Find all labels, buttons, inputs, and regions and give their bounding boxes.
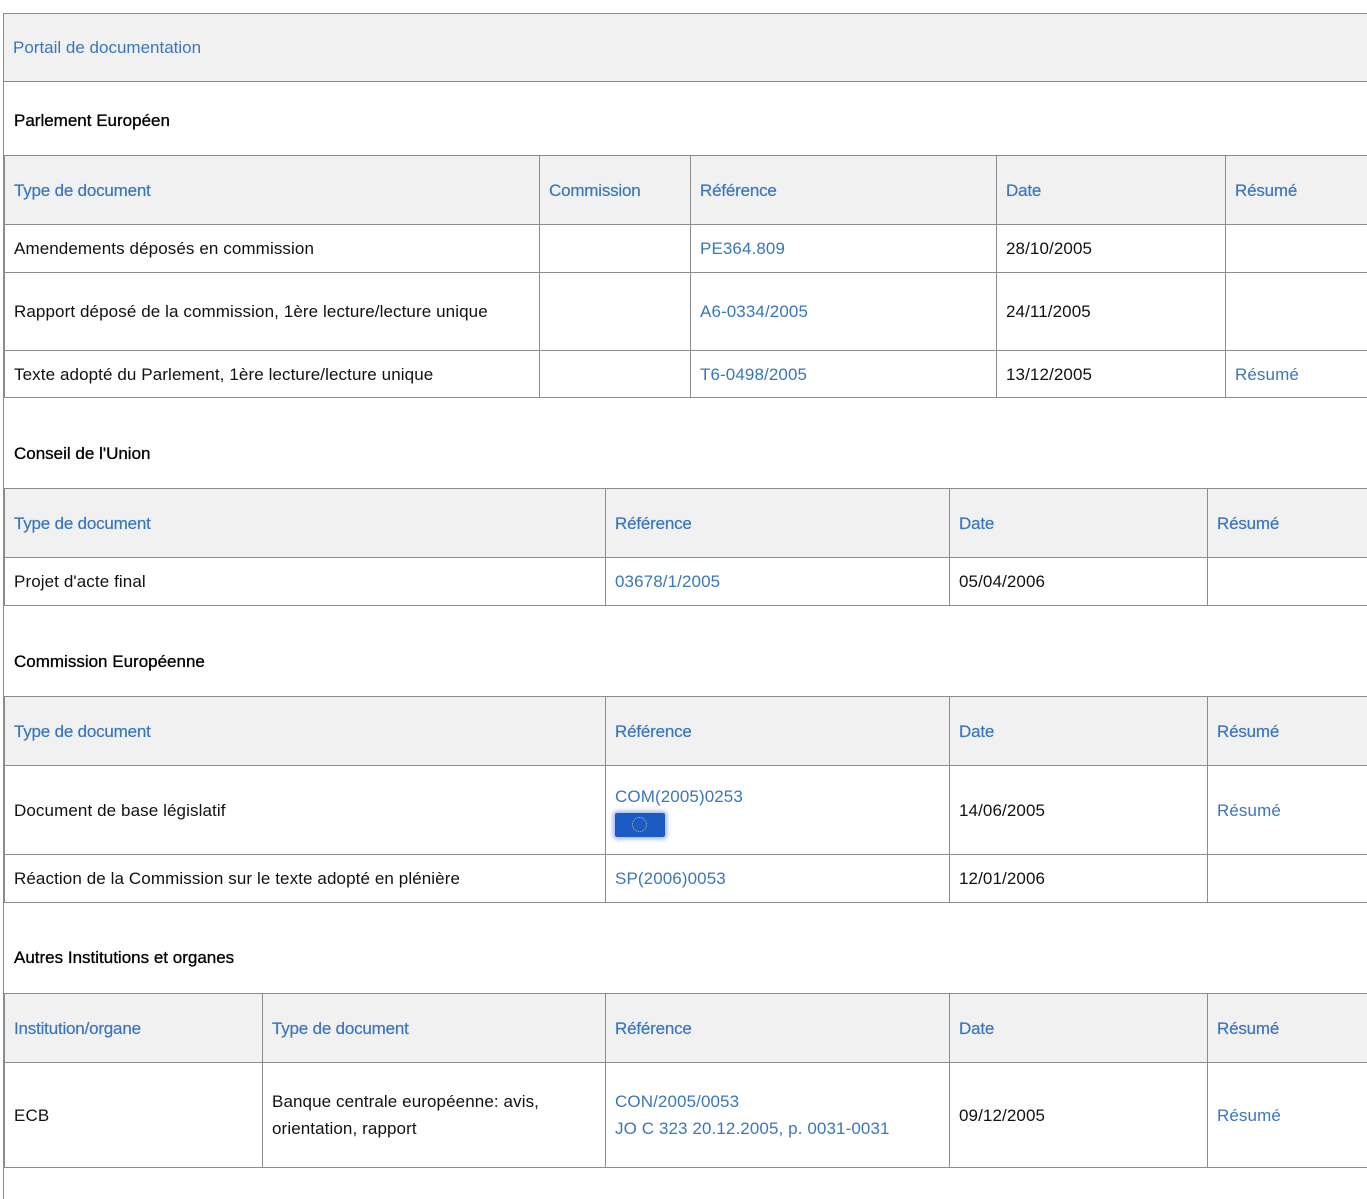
- cell-reference: SP(2006)0053: [605, 854, 950, 903]
- section-title-council: Conseil de l'Union: [14, 444, 151, 463]
- reference-link[interactable]: CON/2005/0053: [615, 1088, 940, 1115]
- table-row: Amendements déposés en commission PE364.…: [4, 224, 1367, 273]
- cell-summary: Résumé: [1207, 765, 1367, 855]
- column-header-type[interactable]: Type de document: [4, 155, 540, 225]
- column-header-date[interactable]: Date: [996, 155, 1226, 225]
- cell-date: 24/11/2005: [996, 272, 1226, 351]
- cell-type: Rapport déposé de la commission, 1ère le…: [4, 272, 540, 351]
- column-header-type[interactable]: Type de document: [4, 696, 606, 766]
- column-header-type[interactable]: Type de document: [4, 488, 606, 558]
- cell-date: 28/10/2005: [996, 224, 1226, 273]
- cell-reference: COM(2005)0253: [605, 765, 950, 855]
- cell-type: Amendements déposés en commission: [4, 224, 540, 273]
- portal-header: Portail de documentation: [4, 14, 1367, 82]
- commission-table: Type de document Référence Date Résumé D…: [4, 696, 1367, 903]
- cell-summary: Résumé: [1207, 1062, 1367, 1168]
- others-table: Institution/organe Type de document Réfé…: [4, 993, 1367, 1168]
- table-row: Rapport déposé de la commission, 1ère le…: [4, 272, 1367, 351]
- cell-reference: PE364.809: [690, 224, 997, 273]
- eu-flag-icon[interactable]: [615, 813, 665, 838]
- documentation-frame: Portail de documentation Parlement Europ…: [3, 13, 1367, 1199]
- council-table: Type de document Référence Date Résumé P…: [4, 488, 1367, 606]
- column-header-date[interactable]: Date: [949, 993, 1208, 1063]
- section-title-others: Autres Institutions et organes: [14, 948, 235, 967]
- column-header-summary[interactable]: Résumé: [1207, 993, 1367, 1063]
- column-header-commission[interactable]: Commission: [539, 155, 691, 225]
- cell-type: Document de base législatif: [4, 765, 606, 855]
- reference-link[interactable]: SP(2006)0053: [615, 869, 726, 888]
- cell-type: Texte adopté du Parlement, 1ère lecture/…: [4, 350, 540, 398]
- column-header-date[interactable]: Date: [949, 488, 1208, 558]
- column-header-reference[interactable]: Référence: [690, 155, 997, 225]
- column-header-reference[interactable]: Référence: [605, 696, 950, 766]
- table-header-row: Type de document Référence Date Résumé: [4, 696, 1367, 766]
- column-header-date[interactable]: Date: [949, 696, 1208, 766]
- cell-summary: Résumé: [1225, 350, 1367, 398]
- column-header-type[interactable]: Type de document: [262, 993, 606, 1063]
- reference-link[interactable]: PE364.809: [700, 239, 785, 258]
- table-row: Document de base législatif COM(2005)025…: [4, 765, 1367, 855]
- portal-title-link[interactable]: Portail de documentation: [13, 38, 201, 58]
- summary-link[interactable]: Résumé: [1217, 801, 1281, 820]
- table-row: ECB Banque centrale européenne: avis, or…: [4, 1062, 1367, 1168]
- column-header-summary[interactable]: Résumé: [1207, 488, 1367, 558]
- cell-type: Banque centrale européenne: avis, orient…: [262, 1062, 606, 1168]
- table-row: Texte adopté du Parlement, 1ère lecture/…: [4, 350, 1367, 398]
- cell-commission: [539, 224, 691, 273]
- cell-date: 13/12/2005: [996, 350, 1226, 398]
- official-journal-link[interactable]: JO C 323 20.12.2005, p. 0031-0031: [615, 1115, 940, 1142]
- table-header-row: Institution/organe Type de document Réfé…: [4, 993, 1367, 1063]
- cell-reference: CON/2005/0053 JO C 323 20.12.2005, p. 00…: [605, 1062, 950, 1168]
- section-title-commission: Commission Européenne: [14, 652, 205, 671]
- column-header-summary[interactable]: Résumé: [1225, 155, 1367, 225]
- table-header-row: Type de document Commission Référence Da…: [4, 155, 1367, 225]
- cell-type: Projet d'acte final: [4, 557, 606, 606]
- section-title-parliament: Parlement Européen: [14, 111, 170, 130]
- cell-summary: [1207, 854, 1367, 903]
- cell-summary: [1225, 224, 1367, 273]
- cell-type: Réaction de la Commission sur le texte a…: [4, 854, 606, 903]
- cell-date: 12/01/2006: [949, 854, 1208, 903]
- cell-summary: [1225, 272, 1367, 351]
- summary-link[interactable]: Résumé: [1217, 1106, 1281, 1125]
- reference-link[interactable]: 03678/1/2005: [615, 572, 720, 591]
- reference-link[interactable]: T6-0498/2005: [700, 365, 807, 384]
- parliament-table: Type de document Commission Référence Da…: [4, 155, 1367, 398]
- cell-institution: ECB: [4, 1062, 263, 1168]
- cell-commission: [539, 350, 691, 398]
- cell-summary: [1207, 557, 1367, 606]
- column-header-reference[interactable]: Référence: [605, 488, 950, 558]
- cell-date: 05/04/2006: [949, 557, 1208, 606]
- cell-reference: A6-0334/2005: [690, 272, 997, 351]
- table-row: Réaction de la Commission sur le texte a…: [4, 854, 1367, 903]
- reference-link[interactable]: A6-0334/2005: [700, 302, 808, 321]
- column-header-reference[interactable]: Référence: [605, 993, 950, 1063]
- cell-date: 14/06/2005: [949, 765, 1208, 855]
- cell-date: 09/12/2005: [949, 1062, 1208, 1168]
- column-header-summary[interactable]: Résumé: [1207, 696, 1367, 766]
- column-header-institution[interactable]: Institution/organe: [4, 993, 263, 1063]
- cell-reference: T6-0498/2005: [690, 350, 997, 398]
- summary-link[interactable]: Résumé: [1235, 365, 1299, 384]
- reference-link[interactable]: COM(2005)0253: [615, 783, 940, 810]
- table-row: Projet d'acte final 03678/1/2005 05/04/2…: [4, 557, 1367, 606]
- cell-reference: 03678/1/2005: [605, 557, 950, 606]
- table-header-row: Type de document Référence Date Résumé: [4, 488, 1367, 558]
- cell-commission: [539, 272, 691, 351]
